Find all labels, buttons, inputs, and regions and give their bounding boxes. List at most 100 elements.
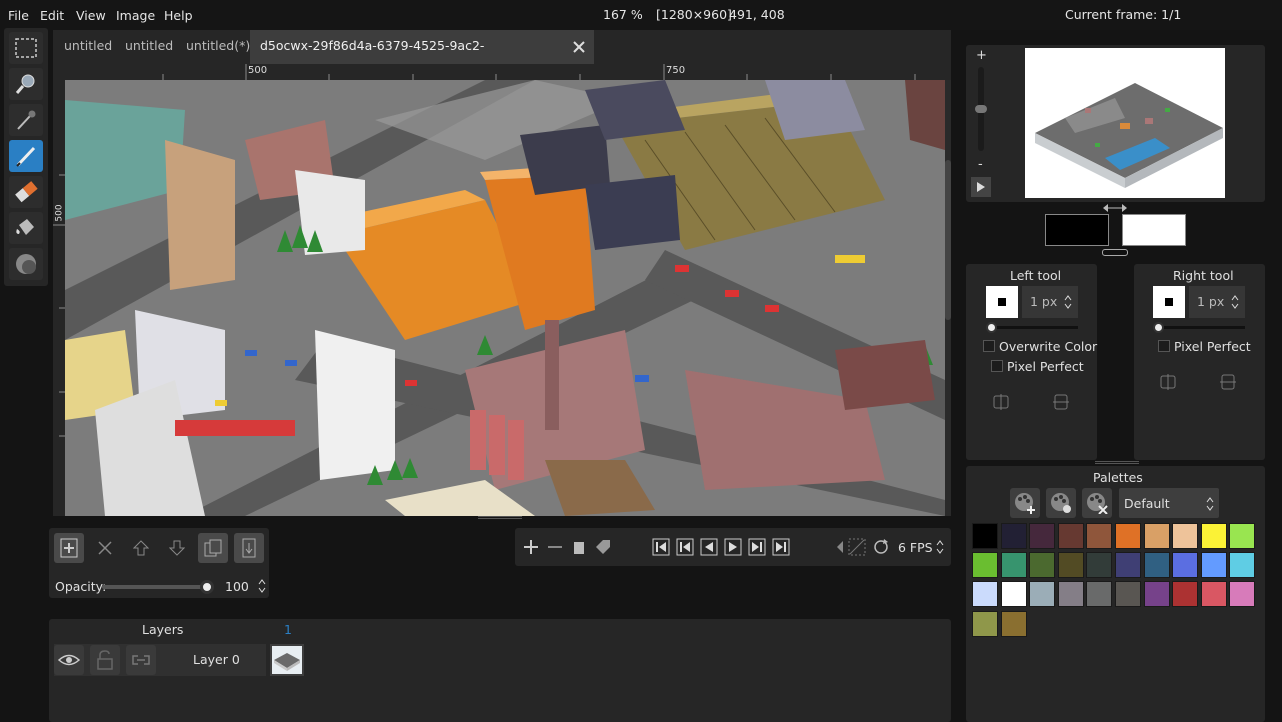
right-brush-size[interactable]: 1 px <box>1189 286 1245 318</box>
eraser-tool[interactable] <box>9 176 43 208</box>
mirror-horizontal-icon[interactable] <box>1160 374 1176 390</box>
palette-swatch[interactable] <box>1200 581 1227 608</box>
palette-swatch[interactable] <box>1086 523 1113 549</box>
edit-palette-button[interactable] <box>1046 488 1076 518</box>
swap-colors-icon[interactable] <box>1102 203 1128 213</box>
layer-lock-button[interactable] <box>90 645 120 675</box>
loop-icon[interactable] <box>872 538 890 556</box>
shading-tool[interactable] <box>9 248 43 280</box>
palette-swatch[interactable] <box>972 523 998 549</box>
opacity-slider-handle[interactable] <box>200 580 214 594</box>
palette-swatch[interactable] <box>1000 581 1027 608</box>
layer-row[interactable]: Layer 0 <box>54 644 266 676</box>
palette-swatch[interactable] <box>1200 552 1227 579</box>
tag-icon[interactable] <box>594 538 612 556</box>
left-brush-slider-handle[interactable] <box>986 322 997 333</box>
palette-swatch[interactable] <box>1172 581 1199 608</box>
palette-swatch[interactable] <box>1029 523 1056 549</box>
menu-edit[interactable]: Edit <box>40 8 64 23</box>
palette-swatch[interactable] <box>1115 552 1141 579</box>
color-picker-tool[interactable] <box>9 104 43 136</box>
palette-swatch[interactable] <box>1000 523 1027 549</box>
left-brush-size[interactable]: 1 px <box>1022 286 1078 318</box>
palette-swatch[interactable] <box>1057 523 1084 549</box>
palette-swatch[interactable] <box>1143 523 1170 549</box>
palette-swatch[interactable] <box>972 552 998 579</box>
delete-palette-button[interactable] <box>1082 488 1112 518</box>
left-brush-slider[interactable] <box>988 326 1078 329</box>
mirror-vertical-icon[interactable] <box>1220 374 1236 390</box>
tab-active-image[interactable]: d5ocwx-29f86d4a-6379-4525-9ac2-8fdeb3da1… <box>250 30 594 85</box>
palette-swatch[interactable] <box>1200 523 1227 549</box>
layer-link-button[interactable] <box>126 645 156 675</box>
tab-untitled-2[interactable]: untitled <box>125 30 173 64</box>
preview-zoom-in[interactable]: + <box>976 48 987 63</box>
palette-swatch[interactable] <box>1172 523 1199 549</box>
vertical-scrollbar-thumb[interactable] <box>945 160 951 320</box>
cel-thumbnail[interactable] <box>270 644 304 676</box>
right-color-swatch[interactable] <box>1122 214 1186 246</box>
bucket-tool[interactable] <box>9 212 43 244</box>
opacity-slider[interactable] <box>102 585 208 589</box>
menu-file[interactable]: File <box>8 8 29 23</box>
right-brush-slider[interactable] <box>1155 326 1245 329</box>
preview-zoom-out[interactable]: - <box>978 157 983 172</box>
palette-swatch[interactable] <box>1229 523 1256 549</box>
right-pixel-perfect-checkbox[interactable] <box>1158 340 1170 352</box>
tab-untitled-1[interactable]: untitled <box>64 30 112 64</box>
pencil-tool[interactable] <box>9 140 43 172</box>
palette-swatch[interactable] <box>1086 581 1113 608</box>
mirror-vertical-icon[interactable] <box>1053 394 1069 410</box>
fps-value[interactable]: 6 FPS <box>898 540 933 555</box>
vertical-scrollbar[interactable] <box>945 80 951 516</box>
move-layer-up-button[interactable] <box>126 533 156 563</box>
palette-swatch[interactable] <box>1029 581 1056 608</box>
spinner-icon[interactable] <box>1231 295 1239 309</box>
spinner-icon[interactable] <box>258 579 266 593</box>
palette-swatch[interactable] <box>1000 610 1027 637</box>
palette-swatch[interactable] <box>972 581 998 608</box>
preview-zoom-handle[interactable] <box>975 105 987 113</box>
menu-help[interactable]: Help <box>164 8 193 23</box>
palette-swatch[interactable] <box>1115 523 1141 549</box>
palette-swatch[interactable] <box>1057 581 1084 608</box>
spinner-icon[interactable] <box>936 540 944 554</box>
left-pixel-perfect-checkbox[interactable] <box>991 360 1003 372</box>
layer-visibility-button[interactable] <box>54 645 84 675</box>
palette-swatch[interactable] <box>1115 581 1141 608</box>
palette-swatch[interactable] <box>1229 581 1256 608</box>
menu-image[interactable]: Image <box>116 8 155 23</box>
right-brush-button[interactable] <box>1153 286 1185 318</box>
palette-swatch[interactable] <box>1057 552 1084 579</box>
onion-skin-icon[interactable] <box>848 538 866 556</box>
palette-swatch[interactable] <box>1229 552 1256 579</box>
left-brush-button[interactable] <box>986 286 1018 318</box>
palette-dropdown[interactable]: Default <box>1119 488 1219 518</box>
remove-layer-button[interactable] <box>90 533 120 563</box>
splitter-handle[interactable] <box>1095 461 1139 464</box>
preview-play-button[interactable] <box>971 177 991 197</box>
drawing-canvas[interactable] <box>65 80 945 516</box>
menu-view[interactable]: View <box>76 8 106 23</box>
splitter-handle[interactable] <box>478 516 522 519</box>
mirror-horizontal-icon[interactable] <box>993 394 1009 410</box>
spinner-icon[interactable] <box>1064 295 1072 309</box>
opacity-value[interactable]: 100 <box>225 579 249 594</box>
overwrite-color-checkbox[interactable] <box>983 340 995 352</box>
remove-frame-icon[interactable] <box>547 539 563 555</box>
palette-swatch[interactable] <box>1000 552 1027 579</box>
onion-prev-icon[interactable] <box>835 539 845 555</box>
move-layer-down-button[interactable] <box>162 533 192 563</box>
right-brush-slider-handle[interactable] <box>1153 322 1164 333</box>
palette-swatch[interactable] <box>972 610 998 637</box>
palette-swatch[interactable] <box>1172 552 1199 579</box>
reset-colors-button[interactable] <box>1102 249 1128 256</box>
tab-untitled-3[interactable]: untitled(*) <box>186 30 250 64</box>
zoom-tool[interactable] <box>9 68 43 100</box>
rect-select-tool[interactable] <box>9 32 43 64</box>
add-frame-icon[interactable] <box>523 539 539 555</box>
palette-swatch[interactable] <box>1143 552 1170 579</box>
clone-frame-icon[interactable] <box>571 539 587 555</box>
add-layer-button[interactable] <box>54 533 84 563</box>
add-palette-button[interactable] <box>1010 488 1040 518</box>
